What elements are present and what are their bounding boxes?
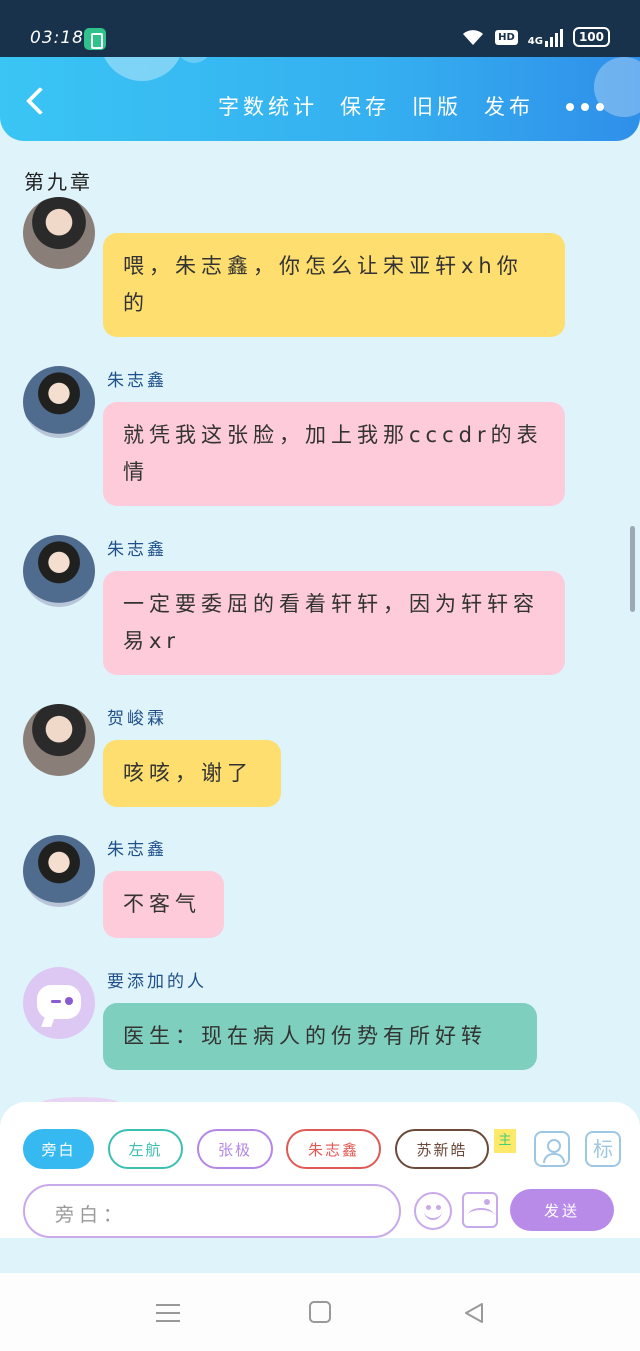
character-chip-narration[interactable]: 旁白: [23, 1129, 94, 1169]
character-chip-suxinhao[interactable]: 苏新皓: [395, 1129, 489, 1169]
message-bubble[interactable]: 一定要委屈的看着轩轩，因为轩轩容易xr: [103, 571, 565, 675]
network-type: 4G: [527, 36, 543, 47]
add-character-icon[interactable]: [534, 1131, 570, 1167]
sender-name: 朱志鑫: [107, 540, 167, 560]
lead-badge[interactable]: 主: [494, 1129, 516, 1153]
old-version-button[interactable]: 旧版: [412, 91, 462, 121]
message-bubble[interactable]: 咳咳，谢了: [103, 740, 281, 807]
avatar[interactable]: [23, 835, 95, 907]
emoji-icon[interactable]: [414, 1192, 452, 1230]
sender-name: 朱志鑫: [107, 371, 167, 391]
editor-header: 字数统计 保存 旧版 发布: [0, 57, 640, 141]
character-chip-zhuzhixin[interactable]: 朱志鑫: [286, 1129, 381, 1169]
robot-avatar-icon[interactable]: [23, 967, 95, 1039]
character-chip-zhangji[interactable]: 张极: [197, 1129, 273, 1169]
message-input[interactable]: [121, 1194, 381, 1230]
decor-bubble: [176, 57, 212, 63]
more-icon[interactable]: [566, 103, 606, 113]
system-nav-bar: [0, 1273, 640, 1351]
sender-name: 要添加的人: [107, 972, 207, 992]
avatar[interactable]: [23, 535, 95, 607]
avatar[interactable]: [23, 704, 95, 776]
header-actions: 字数统计 保存 旧版 发布: [218, 91, 534, 121]
chapter-title: 第九章: [24, 170, 93, 194]
panel-divider: [0, 1238, 640, 1273]
image-icon[interactable]: [462, 1192, 498, 1228]
recents-icon[interactable]: [156, 1304, 180, 1322]
status-icons: HD 4G 100: [461, 27, 610, 47]
battery-icon: 100: [572, 27, 610, 47]
sender-name: 贺峻霖: [107, 709, 167, 729]
tag-button[interactable]: 标: [585, 1131, 621, 1167]
home-icon[interactable]: [309, 1301, 331, 1323]
back-arrow-icon[interactable]: [22, 87, 48, 117]
sender-name: 朱志鑫: [107, 840, 167, 860]
character-chip-zuohang[interactable]: 左航: [108, 1129, 183, 1169]
avatar[interactable]: [23, 197, 95, 269]
message-bubble[interactable]: 喂，朱志鑫，你怎么让宋亚轩xh你的: [103, 233, 565, 337]
narration-field[interactable]: 旁白：: [23, 1184, 401, 1238]
save-button[interactable]: 保存: [340, 91, 390, 121]
scrollbar[interactable]: [630, 526, 635, 612]
avatar[interactable]: [23, 366, 95, 438]
clock: 03:18: [30, 28, 84, 48]
message-bubble[interactable]: 不客气: [103, 871, 224, 938]
wifi-icon: [461, 27, 485, 47]
hd-badge: HD: [495, 29, 518, 45]
word-count-button[interactable]: 字数统计: [218, 91, 318, 121]
publish-button[interactable]: 发布: [484, 91, 534, 121]
message-bubble[interactable]: 医生：现在病人的伤势有所好转: [103, 1003, 537, 1070]
decor-bubble: [100, 57, 184, 81]
signal-icon: 4G: [528, 27, 563, 47]
input-label: 旁白：: [55, 1204, 128, 1226]
send-button[interactable]: 发送: [510, 1189, 614, 1231]
battery-saver-icon: [84, 28, 106, 50]
message-bubble[interactable]: 就凭我这张脸，加上我那cccdr的表情: [103, 402, 565, 506]
